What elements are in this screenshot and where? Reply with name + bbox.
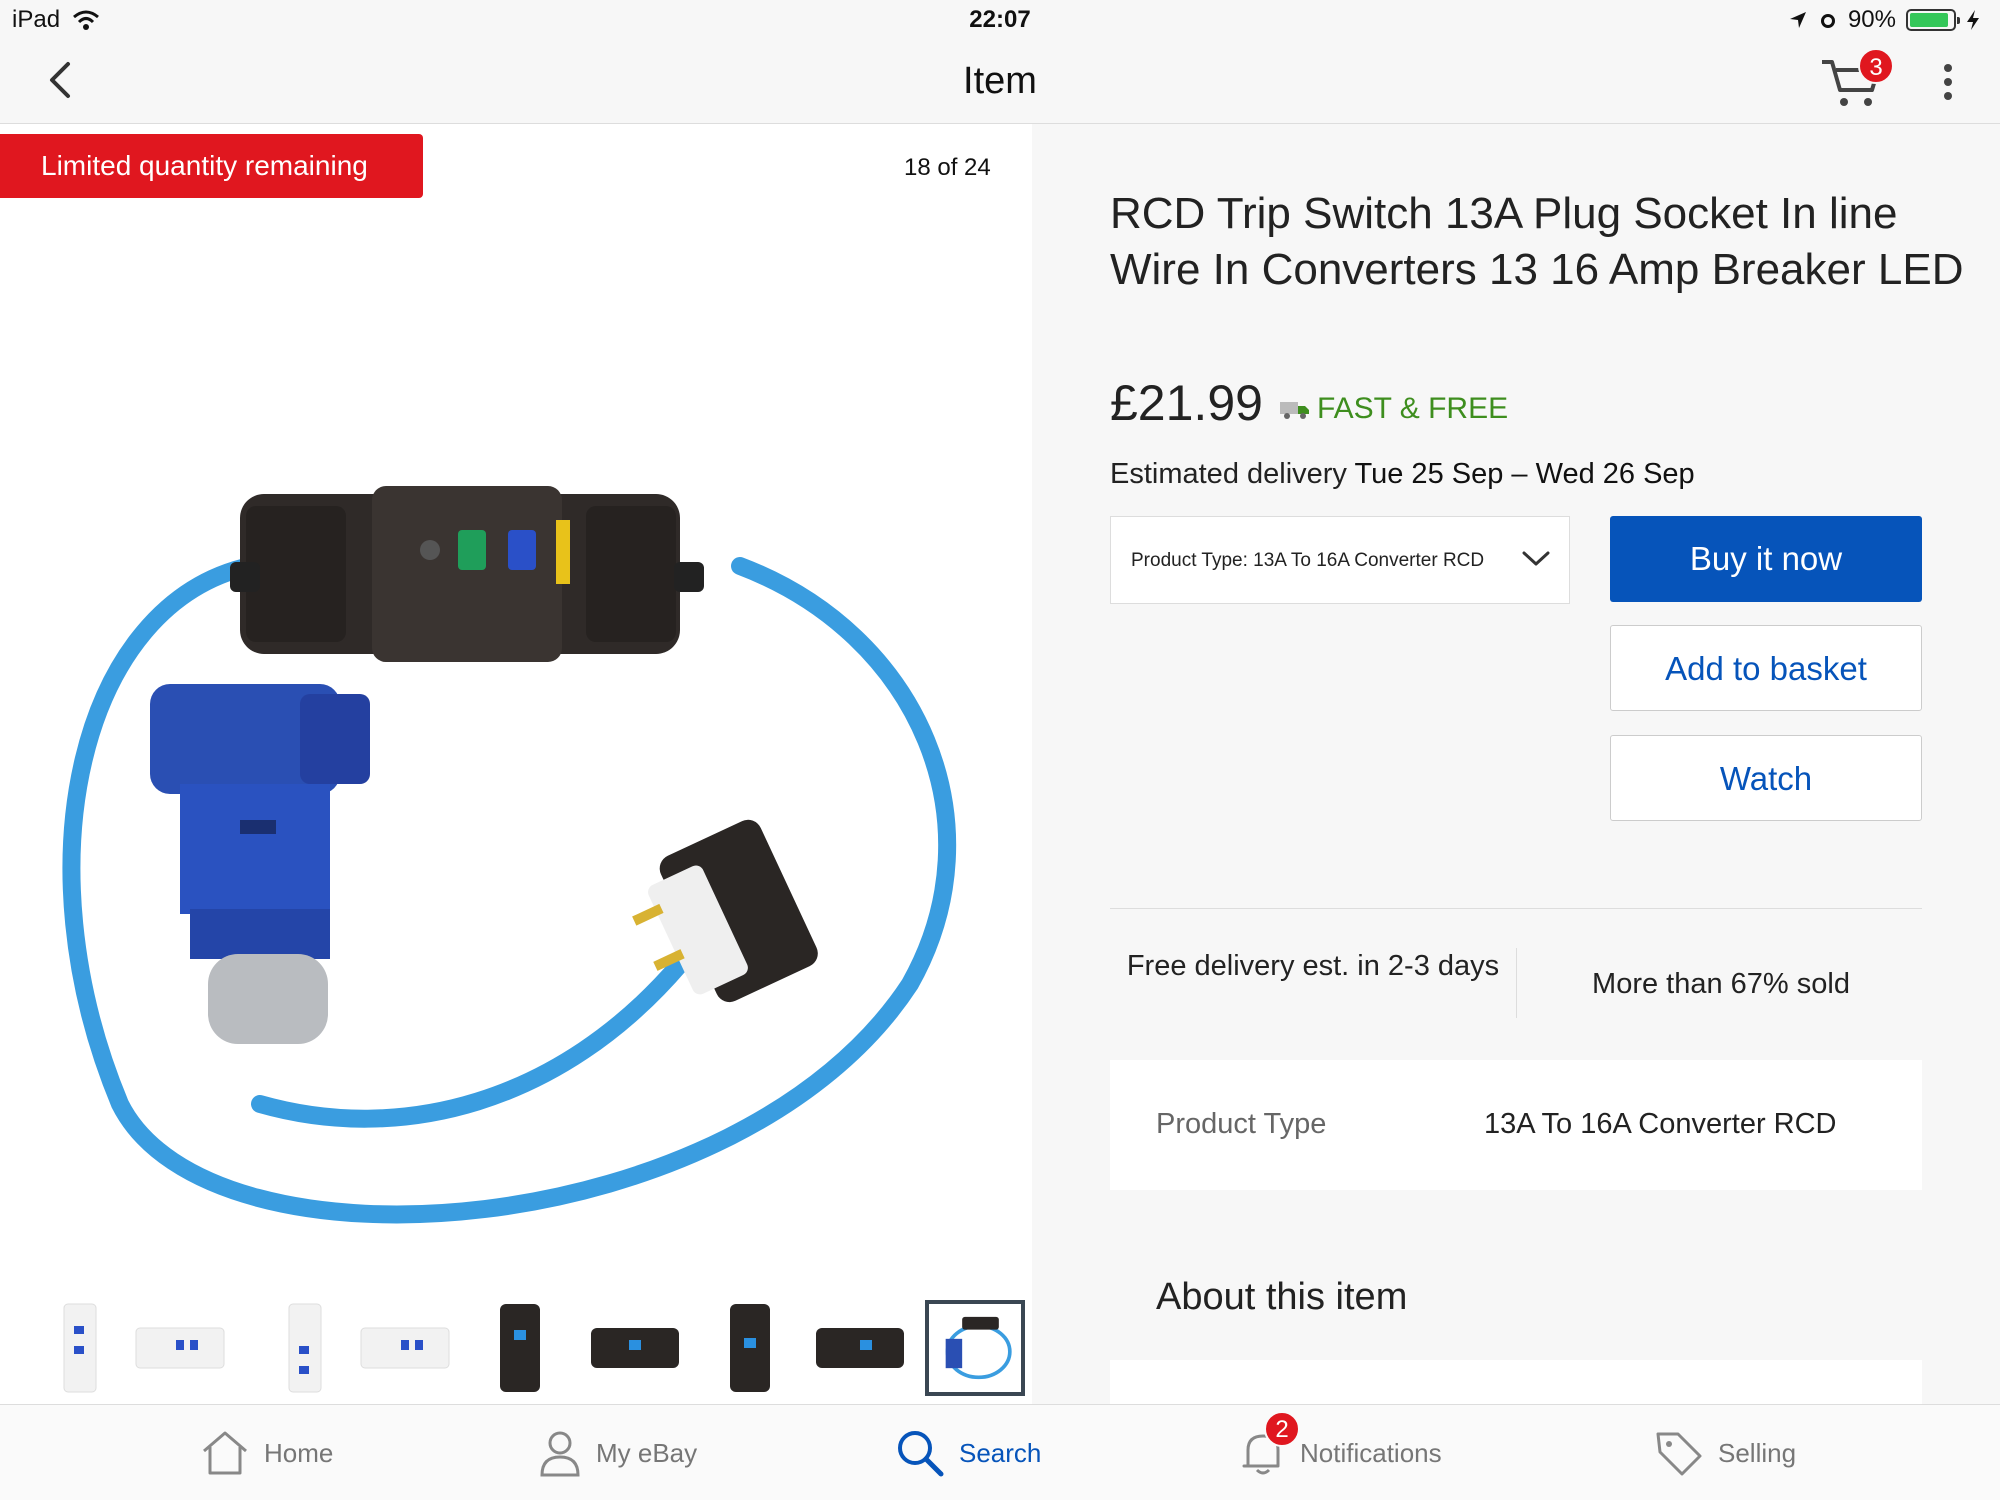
estimated-delivery: Estimated delivery Tue 25 Sep – Wed 26 S… xyxy=(1110,458,1695,491)
tab-search-label: Search xyxy=(959,1437,1042,1468)
price-row: £21.99 FAST & FREE xyxy=(1110,374,1508,432)
tab-home[interactable]: Home xyxy=(200,1405,333,1500)
product-type-select[interactable]: Product Type: 13A To 16A Converter RCD xyxy=(1110,516,1570,604)
image-gallery[interactable]: Limited quantity remaining 18 of 24 xyxy=(0,124,1032,1404)
spec-label: Product Type xyxy=(1156,1108,1327,1140)
estimated-delivery-label: Estimated delivery xyxy=(1110,458,1347,490)
location-icon xyxy=(1789,12,1806,28)
status-bar: iPad 22:07 90% xyxy=(0,0,2000,40)
sold-percentage-stat: More than 67% sold xyxy=(1592,968,1850,1000)
thumbnail-1[interactable] xyxy=(30,1300,130,1396)
watch-button[interactable]: Watch xyxy=(1610,735,1922,821)
tab-home-label: Home xyxy=(264,1437,334,1468)
alarm-icon xyxy=(1820,14,1835,28)
add-to-basket-button[interactable]: Add to basket xyxy=(1610,625,1922,711)
thumbnail-3[interactable] xyxy=(255,1300,355,1396)
product-price: £21.99 xyxy=(1110,375,1263,431)
battery-icon xyxy=(1906,9,1960,31)
page-title: Item xyxy=(963,60,1037,102)
section-divider xyxy=(1110,908,1922,909)
free-delivery-stat: Free delivery est. in 2-3 days xyxy=(1126,950,1500,982)
product-details: RCD Trip Switch 13A Plug Socket In line … xyxy=(1032,124,2000,1404)
item-specifics-card: Product Type 13A To 16A Converter RCD xyxy=(1110,1060,1922,1190)
home-icon xyxy=(203,1431,247,1475)
charging-icon xyxy=(1967,10,1979,30)
product-type-select-value: Product Type: 13A To 16A Converter RCD xyxy=(1131,550,1485,571)
nav-bar: Item 3 xyxy=(0,40,2000,124)
tag-icon xyxy=(1656,1432,1702,1476)
search-icon xyxy=(898,1431,944,1477)
thumbnail-6[interactable] xyxy=(585,1300,685,1396)
battery-percent: 90% xyxy=(1847,6,1896,33)
more-options-icon[interactable] xyxy=(1936,62,1960,102)
thumbnail-2[interactable] xyxy=(130,1300,230,1396)
product-photo[interactable] xyxy=(40,344,1000,1244)
tab-selling[interactable]: Selling xyxy=(1654,1405,1796,1500)
status-time: 22:07 xyxy=(969,6,1031,33)
tab-bar: Home My eBay Search Notifications 2 Sell… xyxy=(0,1404,2000,1500)
thumbnail-4[interactable] xyxy=(355,1300,455,1396)
about-item-card xyxy=(1110,1360,1922,1404)
image-counter: 18 of 24 xyxy=(904,154,991,181)
product-title: RCD Trip Switch 13A Plug Socket In line … xyxy=(1110,189,1964,294)
estimated-delivery-dates: Tue 25 Sep – Wed 26 Sep xyxy=(1354,458,1695,490)
person-icon xyxy=(540,1431,580,1477)
spec-value: 13A To 16A Converter RCD xyxy=(1484,1108,1837,1140)
tab-selling-label: Selling xyxy=(1718,1437,1797,1468)
chevron-down-icon xyxy=(1522,551,1550,566)
tab-search[interactable]: Search xyxy=(895,1405,1041,1500)
limited-quantity-banner: Limited quantity remaining xyxy=(0,134,423,198)
cart-count-badge: 3 xyxy=(1858,48,1894,84)
tab-notifications-label: Notifications xyxy=(1300,1437,1442,1468)
shipping-badge: FAST & FREE xyxy=(1279,392,1508,426)
truck-icon xyxy=(1279,402,1309,419)
fast-free-label: FAST & FREE xyxy=(1316,392,1509,425)
tab-my-ebay[interactable]: My eBay xyxy=(538,1405,697,1500)
thumbnail-strip xyxy=(30,1300,1030,1396)
buy-it-now-button[interactable]: Buy it now xyxy=(1610,516,1922,602)
stat-separator xyxy=(1516,948,1517,1018)
thumbnail-8[interactable] xyxy=(810,1300,910,1396)
thumbnail-5[interactable] xyxy=(470,1300,570,1396)
thumbnail-7[interactable] xyxy=(700,1300,800,1396)
tab-my-ebay-label: My eBay xyxy=(596,1437,698,1468)
notifications-count-badge: 2 xyxy=(1264,1411,1300,1447)
about-item-heading: About this item xyxy=(1156,1276,1408,1318)
thumbnail-9[interactable] xyxy=(925,1300,1025,1396)
